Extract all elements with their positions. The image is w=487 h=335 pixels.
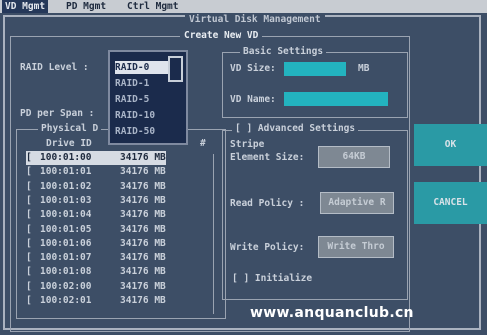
physical-disk-row[interactable]: [100:01:00 34176 MB	[26, 151, 166, 165]
disk-drive-id: 100:01:01	[40, 166, 92, 178]
vd-name-field[interactable]	[284, 92, 388, 106]
disk-checkbox[interactable]: [	[26, 294, 40, 308]
watermark: www.anquanclub.cn	[250, 305, 414, 321]
disk-size: 34176 MB	[120, 223, 166, 235]
disk-drive-id: 100:01:06	[40, 237, 92, 249]
disk-size: 34176 MB	[120, 266, 166, 278]
dropdown-scroll-indicator	[168, 56, 183, 82]
disk-drive-id: 100:02:00	[40, 280, 92, 292]
basic-settings-title: Basic Settings	[240, 46, 327, 57]
vd-size-label: VD Size:	[230, 63, 276, 74]
vd-size-unit: MB	[358, 63, 370, 74]
read-policy-select[interactable]: Adaptive R	[320, 192, 394, 214]
disk-size: 34176 MB	[120, 152, 166, 163]
initialize-checkbox[interactable]: [ ] Initialize	[232, 273, 312, 284]
column-hash: #	[200, 138, 206, 149]
write-policy-label: Write Policy:	[230, 242, 305, 253]
physical-disks-title: Physical D	[38, 123, 102, 134]
disk-drive-id: 100:01:02	[40, 180, 92, 192]
raid-option-1[interactable]: RAID-1	[115, 77, 175, 90]
pd-per-span-label: PD per Span :	[20, 108, 95, 119]
disk-checkbox[interactable]: [	[26, 208, 40, 222]
disk-drive-id: 100:01:05	[40, 223, 92, 235]
menu-vd-mgmt[interactable]: VD Mgmt	[2, 0, 49, 13]
read-policy-label: Read Policy :	[230, 198, 305, 209]
disk-drive-id: 100:01:07	[40, 252, 92, 264]
stripe-label: Stripe	[230, 139, 265, 150]
physical-disk-row[interactable]: [100:01:01 34176 MB	[26, 165, 166, 179]
disk-size: 34176 MB	[120, 180, 166, 192]
physical-disk-row[interactable]: [100:01:08 34176 MB	[26, 265, 166, 279]
disk-drive-id: 100:02:01	[40, 295, 92, 306]
physical-disk-row[interactable]: [100:01:04 34176 MB	[26, 208, 166, 222]
disk-checkbox[interactable]: [	[26, 151, 40, 165]
disk-drive-id: 100:01:00	[40, 152, 92, 163]
column-drive-id: Drive ID	[46, 138, 92, 149]
cancel-button[interactable]: CANCEL	[414, 182, 487, 224]
raid-option-0[interactable]: RAID-0	[115, 61, 175, 74]
disk-size: 34176 MB	[120, 237, 166, 249]
physical-disk-row[interactable]: [100:02:00 34176 MB	[26, 280, 166, 294]
physical-disk-row[interactable]: [100:01:02 34176 MB	[26, 180, 166, 194]
write-policy-select[interactable]: Write Thro	[318, 236, 394, 258]
disk-checkbox[interactable]: [	[26, 194, 40, 208]
raid-option-50[interactable]: RAID-50	[115, 125, 175, 138]
disk-checkbox[interactable]: [	[26, 237, 40, 251]
vd-name-label: VD Name:	[230, 94, 276, 105]
menu-bar: VD Mgmt PD Mgmt Ctrl Mgmt	[0, 0, 487, 13]
dialog-title: Create New VD	[180, 30, 263, 41]
disk-checkbox[interactable]: [	[26, 165, 40, 179]
disk-checkbox[interactable]: [	[26, 251, 40, 265]
raid-option-5[interactable]: RAID-5	[115, 93, 175, 106]
disk-drive-id: 100:01:08	[40, 266, 92, 278]
physical-disk-row[interactable]: [100:01:06 34176 MB	[26, 237, 166, 251]
disk-drive-id: 100:01:03	[40, 194, 92, 206]
disk-size: 34176 MB	[120, 280, 166, 292]
disk-checkbox[interactable]: [	[26, 180, 40, 194]
disk-size: 34176 MB	[120, 209, 166, 221]
menu-ctrl-mgmt[interactable]: Ctrl Mgmt	[124, 0, 181, 13]
ok-button[interactable]: OK	[414, 124, 487, 166]
menu-pd-mgmt[interactable]: PD Mgmt	[63, 0, 109, 13]
disk-size: 34176 MB	[120, 166, 166, 178]
stripe-size-select[interactable]: 64KB	[318, 146, 390, 168]
physical-disk-row[interactable]: [100:01:07 34176 MB	[26, 251, 166, 265]
vd-size-field[interactable]	[284, 62, 346, 76]
disk-size: 34176 MB	[120, 194, 166, 206]
element-size-label: Element Size:	[230, 152, 305, 163]
raid-option-10[interactable]: RAID-10	[115, 109, 175, 122]
disk-checkbox[interactable]: [	[26, 265, 40, 279]
disk-checkbox[interactable]: [	[26, 280, 40, 294]
disk-checkbox[interactable]: [	[26, 223, 40, 237]
raid-level-label: RAID Level :	[20, 62, 89, 73]
physical-disk-row[interactable]: [100:01:03 34176 MB	[26, 194, 166, 208]
disk-size: 34176 MB	[120, 295, 166, 306]
disk-size: 34176 MB	[120, 252, 166, 264]
physical-disk-row[interactable]: [100:01:05 34176 MB	[26, 223, 166, 237]
window-title: Virtual Disk Management	[185, 14, 325, 25]
advanced-settings-toggle[interactable]: [ ] Advanced Settings	[232, 123, 359, 134]
disk-drive-id: 100:01:04	[40, 209, 92, 221]
physical-disk-row[interactable]: [100:02:01 34176 MB	[26, 294, 166, 308]
